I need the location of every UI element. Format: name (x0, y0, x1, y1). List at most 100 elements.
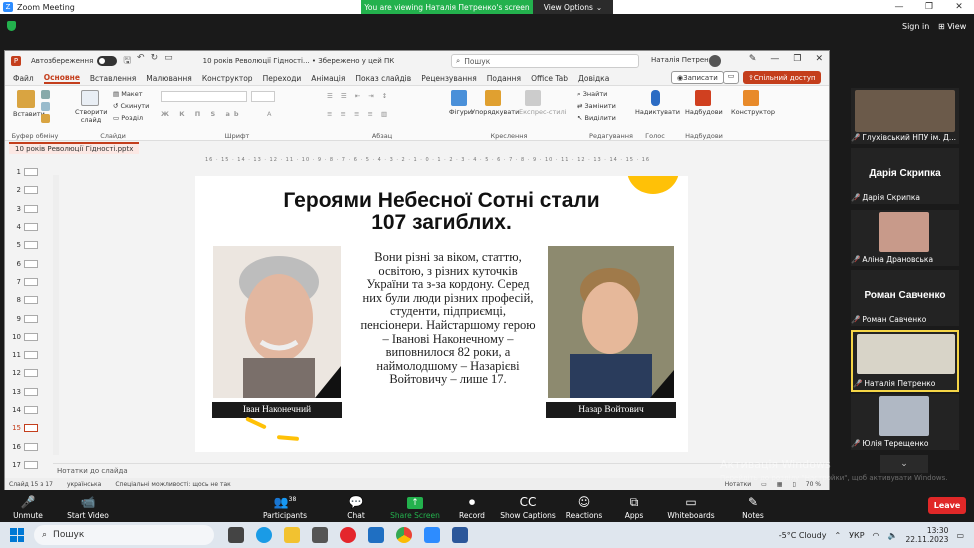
avatar[interactable] (709, 55, 721, 67)
mail-icon[interactable] (368, 527, 384, 543)
font-color-icon[interactable]: A (267, 110, 271, 118)
slide-thumbnail[interactable]: 11 (5, 346, 47, 364)
slide-thumbnail[interactable]: 5 (5, 236, 47, 254)
slide-thumbnail[interactable]: 3 (5, 200, 47, 218)
file-explorer-icon[interactable] (284, 527, 300, 543)
close-icon[interactable]: ✕ (815, 54, 823, 64)
whiteboards-button[interactable]: ▭ Whiteboards (661, 490, 721, 522)
find-button[interactable]: ⌕ Знайти (577, 90, 607, 99)
windows-start-icon[interactable] (10, 528, 24, 542)
designer-label[interactable]: Конструктор (731, 108, 775, 116)
participant-tile-active-speaker[interactable]: 🎤̸ Наталія Петренко (851, 330, 959, 392)
tab-3[interactable]: Малювання (146, 74, 192, 83)
slide-thumbnail[interactable]: 14 (5, 401, 47, 419)
notifications-icon[interactable]: ▭ (956, 531, 964, 540)
styles-label[interactable]: Експрес-стилі (519, 108, 566, 116)
language-indicator[interactable]: українська (67, 481, 101, 488)
designer-icon[interactable] (743, 90, 759, 106)
volume-icon[interactable]: 🔈 (888, 531, 898, 540)
share-button[interactable]: ⇪ Спільний доступ (743, 71, 821, 84)
mic-off-button[interactable]: 🎤 Unmute (0, 490, 58, 522)
tab-9[interactable]: Подання (487, 74, 521, 83)
arrange-label[interactable]: Упорядкувати (471, 108, 519, 116)
new-slide-icon[interactable] (81, 90, 99, 106)
tab-4[interactable]: Конструктор (202, 74, 253, 83)
slide-thumbnail[interactable]: 4 (5, 218, 47, 236)
slide-thumbnail[interactable]: 8 (5, 291, 47, 309)
zoom-app-icon[interactable] (424, 527, 440, 543)
tab-0[interactable]: Файл (13, 74, 34, 83)
font-size-select[interactable] (251, 91, 275, 102)
font-name-select[interactable] (161, 91, 247, 102)
share-screen-button[interactable]: ↑ Share Screen (385, 490, 445, 522)
autosave-toggle[interactable] (97, 56, 118, 66)
section-button[interactable]: ▭ Розділ (113, 114, 143, 122)
tab-5[interactable]: Переходи (263, 74, 302, 83)
slideshow-icon[interactable]: ▭ (164, 53, 173, 69)
participant-tile[interactable]: Дарія Скрипка 🎤̸ Дарія Скрипка (851, 148, 959, 204)
document-tab[interactable]: 10 років Революції Гідності.pptx (9, 142, 140, 154)
word-icon[interactable] (452, 527, 468, 543)
sign-in-link[interactable]: Sign in (902, 22, 929, 31)
tray-arrow-icon[interactable]: ⌃ (834, 531, 841, 540)
apps-button[interactable]: ⧉ Apps (604, 490, 664, 522)
view-layout-button[interactable]: ⊞ View (938, 22, 966, 31)
ppt-search-box[interactable]: ⌕ Пошук (451, 54, 639, 68)
captions-button[interactable]: CC Show Captions (498, 490, 558, 522)
align-icons[interactable]: ≡ ≡ ≡ ≡ ▥ (327, 110, 390, 118)
keyboard-language[interactable]: УКР (849, 531, 864, 540)
participants-button[interactable]: 👥38 Participants (255, 490, 315, 522)
chevron-down-icon[interactable]: ⌄ (880, 455, 928, 473)
copy-icon[interactable] (41, 102, 50, 111)
cut-icon[interactable] (41, 90, 50, 99)
slide-thumbnail[interactable]: 6 (5, 254, 47, 272)
chat-button[interactable]: 💬 Chat (326, 490, 386, 522)
save-icon[interactable]: 🖫 (123, 53, 131, 69)
view-options-button[interactable]: View Options ⌄ (533, 0, 613, 14)
shapes-icon[interactable] (451, 90, 467, 106)
reset-button[interactable]: ↺ Скинути (113, 102, 149, 110)
slide-thumbnail[interactable]: 17 (5, 456, 47, 474)
font-format-buttons[interactable]: Ж К П S ab (161, 110, 242, 118)
select-button[interactable]: ↖ Виділити (577, 114, 616, 122)
maximize-icon[interactable]: ❐ (914, 0, 944, 14)
replace-button[interactable]: ⇄ Замінити (577, 102, 616, 110)
participant-tile[interactable]: 🎤̸ Юлія Терещенко (851, 394, 959, 450)
tab-7[interactable]: Показ слайдів (355, 74, 411, 83)
dictate-label[interactable]: Надиктувати (635, 108, 680, 116)
comment-button[interactable]: ▭ (723, 71, 739, 84)
slide-canvas[interactable]: Героями Небесної Сотні стали 107 загибли… (195, 176, 688, 452)
participant-tile[interactable]: Роман Савченко 🎤̸ Роман Савченко (851, 270, 959, 326)
new-slide-label[interactable]: Створити слайд (75, 108, 108, 124)
participant-tile[interactable]: 🎤̸ Аліна Драновська (851, 210, 959, 266)
close-icon[interactable]: ✕ (944, 0, 974, 14)
security-shield-icon[interactable] (7, 21, 16, 31)
slide-thumbnail[interactable]: 16 (5, 437, 47, 455)
tab-6[interactable]: Анімація (311, 74, 345, 83)
redo-icon[interactable]: ↻ (151, 53, 159, 69)
styles-icon[interactable] (525, 90, 541, 106)
addins-label[interactable]: Надбудови (685, 108, 723, 116)
slide-thumbnail[interactable]: 9 (5, 309, 47, 327)
slide-notes[interactable]: Нотатки до слайда (53, 463, 829, 477)
video-off-button[interactable]: 📹 Start Video (58, 490, 118, 522)
slide-thumbnail[interactable]: 12 (5, 364, 47, 382)
record-button[interactable]: ◉ Записати (671, 71, 724, 84)
opera-icon[interactable] (340, 527, 356, 543)
paste-icon[interactable] (17, 90, 35, 108)
wifi-icon[interactable]: ◠ (873, 531, 880, 540)
shapes-label[interactable]: Фігури (449, 108, 472, 116)
taskbar-search[interactable]: ⌕ Пошук (34, 525, 214, 545)
minimize-icon[interactable]: — (884, 0, 914, 14)
accessibility-status[interactable]: Спеціальні можливості: щось не так (115, 481, 230, 488)
participant-tile[interactable]: 🎤̸ Глухівський НПУ ім. Д... (851, 88, 959, 144)
edge-icon[interactable] (256, 527, 272, 543)
layout-button[interactable]: ▤ Макет (113, 90, 143, 98)
record-button[interactable]: ⏺ Record (442, 490, 502, 522)
format-painter-icon[interactable] (41, 114, 50, 123)
weather-widget[interactable]: -5°C Cloudy (779, 531, 827, 540)
store-icon[interactable] (312, 527, 328, 543)
tab-2[interactable]: Вставлення (90, 74, 136, 83)
pen-icon[interactable]: ✎ (749, 54, 757, 64)
notes-button[interactable]: ✎ Notes (723, 490, 783, 522)
